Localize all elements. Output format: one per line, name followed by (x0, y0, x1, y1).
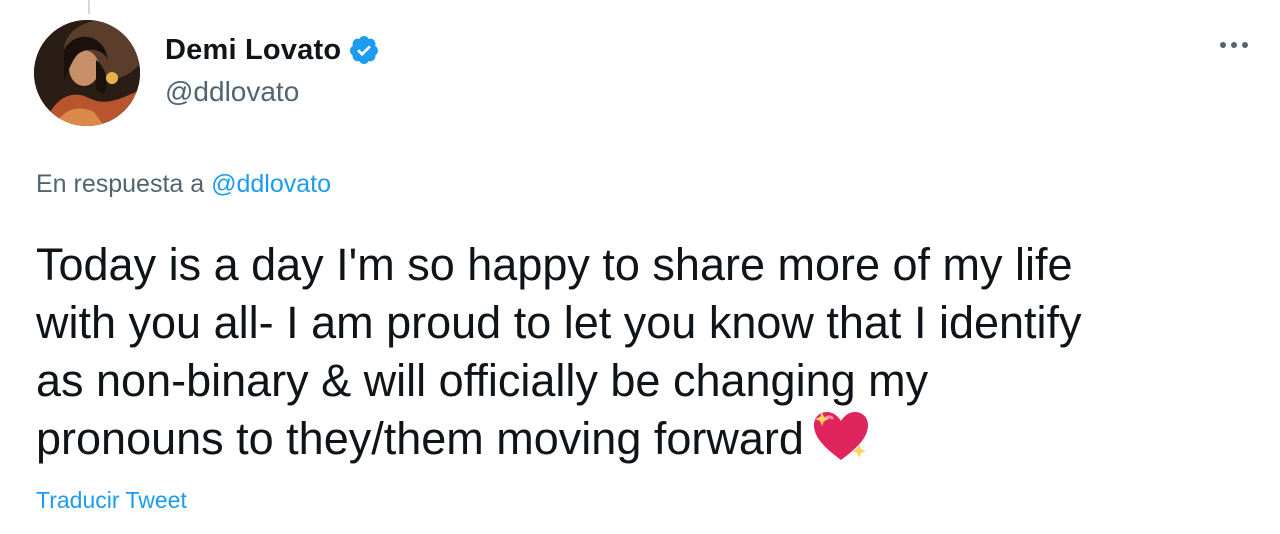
translate-tweet-link[interactable]: Traducir Tweet (36, 487, 187, 514)
name-row: Demi Lovato (165, 28, 380, 72)
user-info: Demi Lovato @ddlovato (165, 28, 380, 108)
tweet-line-2: with you all- I am proud to let you know… (36, 297, 1082, 348)
tweet-card: Demi Lovato @ddlovato En respuesta a @dd… (0, 0, 1280, 534)
tweet-line-4-wrap: pronouns to they/them moving forward (36, 410, 1246, 468)
tweet-text: Today is a day I'm so happy to share mor… (36, 236, 1246, 468)
user-handle[interactable]: @ddlovato (165, 76, 380, 108)
verified-badge-icon (350, 36, 379, 64)
display-name[interactable]: Demi Lovato (165, 34, 341, 67)
avatar[interactable] (34, 20, 140, 126)
tweet-line-4: pronouns to they/them moving forward (36, 413, 804, 464)
more-options-icon (1220, 42, 1248, 48)
more-options-button[interactable] (1214, 30, 1254, 60)
reply-mention-link[interactable]: @ddlovato (211, 170, 331, 198)
profile-photo-icon (34, 20, 140, 126)
reply-context: En respuesta a @ddlovato (36, 170, 331, 199)
thread-connector-line (88, 0, 90, 14)
reply-prefix: En respuesta a (36, 170, 212, 198)
sparkling-heart-icon (813, 412, 868, 460)
tweet-line-1: Today is a day I'm so happy to share mor… (36, 239, 1073, 290)
tweet-line-3: as non-binary & will officially be chang… (36, 355, 929, 406)
